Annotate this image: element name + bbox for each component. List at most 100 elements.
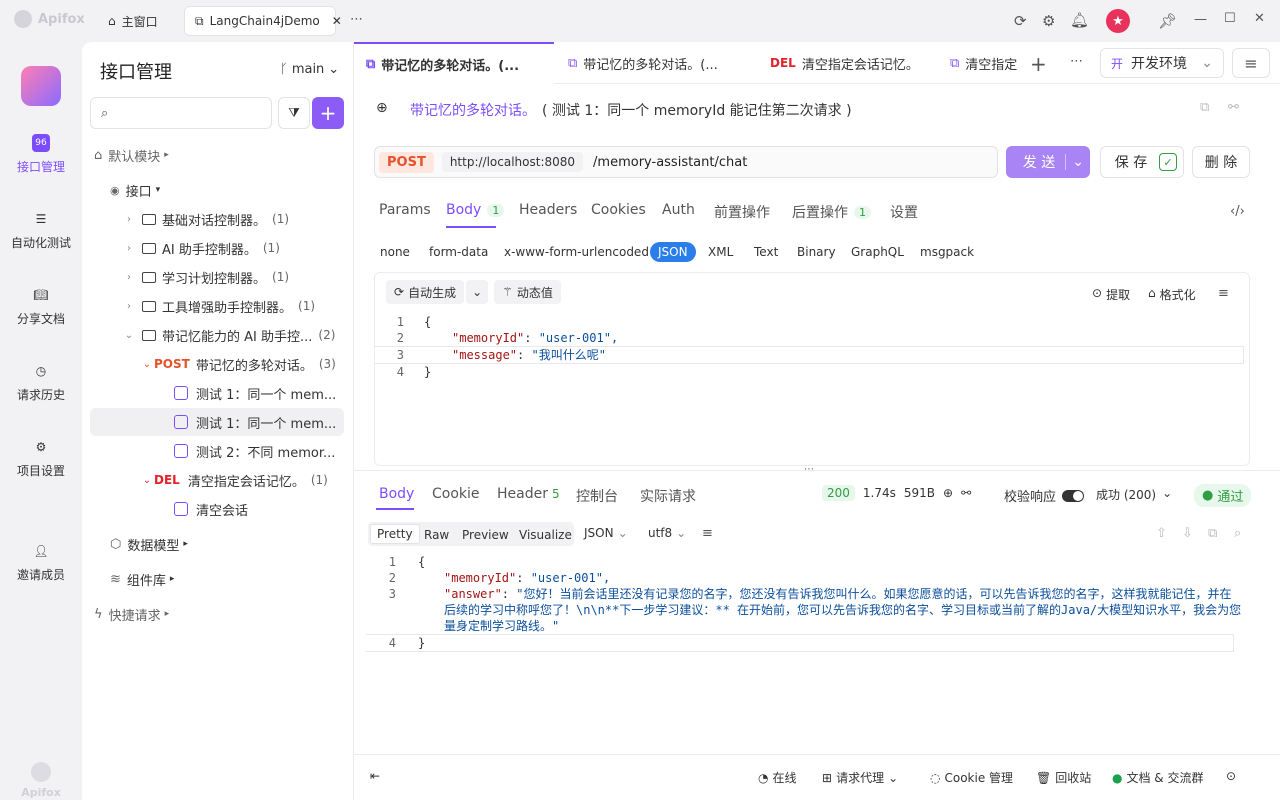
request-tab[interactable]: ⧉ 清空指定	[938, 42, 1024, 84]
branch-selector[interactable]: ᚴ main ⌄	[280, 62, 339, 77]
url-path[interactable]: /memory-assistant/chat	[593, 155, 747, 170]
delete-button[interactable]: 删 除	[1192, 146, 1250, 178]
response-tab-body[interactable]: Body	[379, 486, 414, 502]
toggle-switch[interactable]	[1062, 489, 1085, 502]
filter-button[interactable]: ⧩	[278, 97, 310, 129]
recycle-bin[interactable]: 🗑︎ 回收站	[1036, 769, 1091, 786]
wrap-icon[interactable]: ≡	[702, 526, 713, 541]
nav-invite-members[interactable]: 👤︎ 邀请成员	[0, 542, 82, 583]
tree-test-case[interactable]: 清空会话	[82, 495, 354, 523]
gear-icon[interactable]: ⚙	[1042, 12, 1055, 30]
body-type-urlencoded[interactable]: x-www-form-urlencoded	[504, 245, 649, 259]
tree-folder[interactable]: › 基础对话控制器。 (1)	[82, 205, 354, 233]
tree-components[interactable]: ≋ 组件库 ▸	[82, 565, 354, 593]
share-icon[interactable]: ⚯	[961, 486, 971, 500]
request-tab[interactable]: ⧉ 带记忆的多轮对话。(...	[556, 42, 756, 84]
request-tab[interactable]: DEL 清空指定会话记忆。	[758, 42, 936, 84]
tree-endpoint-post[interactable]: ⌄ POST 带记忆的多轮对话。 (3)	[82, 350, 354, 378]
body-type-none[interactable]: none	[380, 245, 410, 259]
auto-generate-dropdown[interactable]: ⌄	[466, 280, 489, 304]
format-raw[interactable]: Raw	[424, 528, 449, 542]
url-bar[interactable]: POST http://localhost:8080 /memory-assis…	[374, 146, 998, 178]
more-tabs-icon[interactable]: ⋯	[1070, 54, 1083, 69]
tree-api-root[interactable]: ◉ 接口 ▾	[82, 176, 354, 204]
project-avatar[interactable]	[21, 66, 61, 106]
menu-icon[interactable]: ≡	[1232, 48, 1270, 78]
body-type-msgpack[interactable]: msgpack	[920, 245, 974, 259]
format-pretty[interactable]: Pretty	[370, 524, 420, 544]
close-tab-icon[interactable]: ✕	[332, 14, 342, 28]
panel-divider[interactable]	[354, 470, 1280, 471]
tree-data-models[interactable]: ⬡ 数据模型 ▸	[82, 530, 354, 558]
download-icon[interactable]: ⇩	[1182, 526, 1193, 541]
encoding-selector[interactable]: utf8 ⌄	[648, 526, 686, 540]
nav-project-settings[interactable]: ⚙ 项目设置	[0, 438, 82, 479]
copy-icon[interactable]: ⧉	[1208, 526, 1217, 541]
tab-auth[interactable]: Auth	[662, 202, 695, 218]
upload-icon[interactable]: ⇧	[1156, 526, 1167, 541]
send-button[interactable]: 发 送 ⌄	[1006, 146, 1090, 178]
add-button[interactable]: +	[312, 97, 344, 129]
wrap-icon[interactable]: ≡	[1218, 286, 1229, 301]
tree-folder[interactable]: › 工具增强助手控制器。 (1)	[82, 292, 354, 320]
response-tab-header[interactable]: Header 5	[497, 486, 560, 502]
maximize-icon[interactable]: ☐	[1224, 11, 1236, 26]
tree-test-case[interactable]: 测试 2：不同 memor...	[82, 437, 354, 465]
share-icon[interactable]: ⚯	[1228, 100, 1239, 115]
request-tab-active[interactable]: ⧉ 带记忆的多轮对话。(...	[354, 42, 554, 84]
bell-icon[interactable]: 🔔︎	[1070, 11, 1089, 29]
copy-icon[interactable]: ⧉	[1200, 100, 1209, 115]
tree-default-module[interactable]: ⌂ 默认模块 ▸	[82, 141, 354, 169]
scroll-top-icon[interactable]: ⊙	[1226, 769, 1236, 783]
refresh-icon[interactable]: ⟳	[1014, 12, 1027, 30]
format-button[interactable]: ⌂ 格式化	[1148, 286, 1196, 303]
tab-headers[interactable]: Headers	[519, 202, 577, 218]
tab-body[interactable]: Body 1	[446, 202, 505, 218]
nav-request-history[interactable]: ◷ 请求历史	[0, 362, 82, 403]
globe-icon[interactable]: ⊕	[943, 486, 953, 500]
chevron-down-icon[interactable]: ⌄	[1065, 154, 1084, 170]
resize-handle-icon[interactable]: ⋯	[804, 464, 814, 475]
search-input[interactable]	[114, 105, 255, 121]
window-tab-main[interactable]: ⌂ 主窗口	[98, 6, 168, 36]
tree-folder-open[interactable]: ⌄ 带记忆能力的 AI 助手控... (2)	[82, 321, 354, 349]
dynamic-value-button[interactable]: ⚚ 动态值	[494, 280, 561, 304]
response-tab-console[interactable]: 控制台	[576, 486, 618, 506]
user-avatar[interactable]: ★	[1106, 9, 1130, 33]
response-tab-actual-request[interactable]: 实际请求	[640, 486, 696, 506]
close-window-icon[interactable]: ✕	[1254, 11, 1265, 26]
search-icon[interactable]: ⌕	[1234, 526, 1241, 541]
result-selector[interactable]: 成功 (200) ⌄	[1096, 486, 1172, 503]
search-box[interactable]: ⌕	[90, 97, 272, 129]
minimize-icon[interactable]: —	[1194, 12, 1207, 27]
nav-share-docs[interactable]: 📖︎ 分享文档	[0, 286, 82, 327]
tab-cookies[interactable]: Cookies	[591, 202, 646, 218]
language-selector[interactable]: JSON ⌄	[584, 526, 628, 540]
nav-automation-test[interactable]: ☰ 自动化测试	[0, 210, 82, 251]
tree-endpoint-del[interactable]: ⌄ DEL 清空指定会话记忆。 (1)	[82, 466, 354, 494]
online-status[interactable]: ◔ 在线	[758, 769, 797, 786]
tree-test-case[interactable]: 测试 1：同一个 mem...	[82, 379, 354, 407]
tab-params[interactable]: Params	[379, 202, 431, 218]
extract-button[interactable]: ⊙ 提取	[1092, 286, 1130, 303]
format-visualize[interactable]: Visualize	[519, 528, 572, 542]
request-body-code[interactable]: 1{ 2 "memoryId": "user-001", 3 "message": …	[374, 314, 1244, 380]
body-type-xml[interactable]: XML	[708, 245, 733, 259]
body-type-binary[interactable]: Binary	[797, 245, 836, 259]
tree-quick-requests[interactable]: ϟ 快捷请求 ▸	[82, 600, 354, 628]
docs-community[interactable]: ● 文档 & 交流群	[1112, 769, 1203, 786]
validate-toggle[interactable]: 校验响应	[1004, 486, 1085, 505]
body-type-form-data[interactable]: form-data	[429, 245, 488, 259]
window-tab-project[interactable]: ⧉ LangChain4jDemo ✕	[184, 6, 342, 36]
format-preview[interactable]: Preview	[462, 528, 509, 542]
tree-test-case-selected[interactable]: 测试 1：同一个 mem...	[90, 408, 344, 436]
tab-pre-operations[interactable]: 前置操作	[714, 202, 770, 222]
collapse-sidebar-icon[interactable]: ⇤	[370, 769, 380, 783]
tree-folder[interactable]: › AI 助手控制器。 (1)	[82, 234, 354, 262]
response-tab-cookie[interactable]: Cookie	[432, 486, 480, 502]
auto-generate-button[interactable]: ⟳ 自动生成	[386, 280, 465, 304]
base-url-prefix[interactable]: http://localhost:8080	[441, 152, 584, 172]
environment-selector[interactable]: 开 开发环境 ⌄	[1100, 48, 1224, 78]
tree-folder[interactable]: › 学习计划控制器。 (1)	[82, 263, 354, 291]
code-icon[interactable]: ‹/›	[1230, 204, 1245, 219]
